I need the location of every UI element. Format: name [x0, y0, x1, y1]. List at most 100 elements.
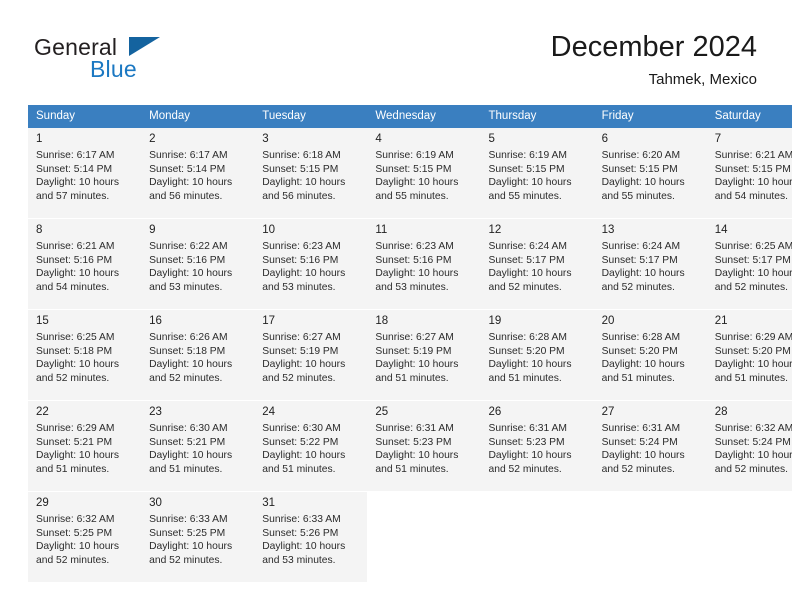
day-number: 27 [601, 406, 615, 418]
calendar-cell: 12 Sunrise: 6:24 AM Sunset: 5:17 PM Dayli… [480, 219, 594, 310]
calendar-cell: 14 Sunrise: 6:25 AM Sunset: 5:17 PM Dayli… [706, 219, 792, 310]
calendar-day[interactable]: 31 Sunrise: 6:33 AM Sunset: 5:26 PM Dayli… [254, 492, 368, 582]
page-title: December 2024 [550, 31, 757, 63]
calendar-week-row: 1 Sunrise: 6:17 AM Sunset: 5:14 PM Daylig… [28, 128, 792, 219]
brand-logo[interactable]: General Blue [34, 34, 234, 86]
day-number: 15 [36, 315, 49, 327]
calendar-day[interactable]: 7 Sunrise: 6:21 AM Sunset: 5:15 PM Daylig… [706, 128, 792, 218]
calendar-day[interactable]: 9 Sunrise: 6:22 AM Sunset: 5:16 PM Daylig… [141, 219, 255, 309]
brand-name-blue: Blue [90, 56, 137, 82]
day-number: 22 [36, 406, 49, 418]
calendar-day[interactable]: 6 Sunrise: 6:20 AM Sunset: 5:15 PM Daylig… [593, 128, 707, 218]
day-sun-details: Sunrise: 6:30 AM Sunset: 5:22 PM Dayligh… [262, 423, 346, 475]
day-sun-details: Sunrise: 6:19 AM Sunset: 5:15 PM Dayligh… [488, 150, 572, 202]
calendar-day[interactable]: 19 Sunrise: 6:28 AM Sunset: 5:20 PM Dayli… [480, 310, 594, 400]
calendar-day[interactable]: 17 Sunrise: 6:27 AM Sunset: 5:19 PM Dayli… [254, 310, 368, 400]
calendar-cell: 15 Sunrise: 6:25 AM Sunset: 5:18 PM Dayli… [28, 310, 142, 401]
calendar-cell: 17 Sunrise: 6:27 AM Sunset: 5:19 PM Dayli… [254, 310, 368, 401]
calendar-cell: 25 Sunrise: 6:31 AM Sunset: 5:23 PM Dayli… [367, 401, 481, 492]
calendar-day[interactable]: 20 Sunrise: 6:28 AM Sunset: 5:20 PM Dayli… [593, 310, 707, 400]
calendar-day[interactable]: 21 Sunrise: 6:29 AM Sunset: 5:20 PM Dayli… [706, 310, 792, 400]
day-sun-details: Sunrise: 6:32 AM Sunset: 5:25 PM Dayligh… [36, 514, 119, 566]
calendar-cell: 8 Sunrise: 6:21 AM Sunset: 5:16 PM Daylig… [28, 219, 142, 310]
day-number: 3 [262, 133, 269, 145]
calendar-day[interactable]: 13 Sunrise: 6:24 AM Sunset: 5:17 PM Dayli… [593, 219, 707, 309]
calendar-cell [593, 492, 707, 583]
day-sun-details: Sunrise: 6:30 AM Sunset: 5:21 PM Dayligh… [149, 423, 233, 475]
calendar-week-row: 15 Sunrise: 6:25 AM Sunset: 5:18 PM Dayli… [28, 310, 792, 401]
calendar-day[interactable]: 29 Sunrise: 6:32 AM Sunset: 5:25 PM Dayli… [28, 492, 142, 582]
calendar-day[interactable]: 11 Sunrise: 6:23 AM Sunset: 5:16 PM Dayli… [367, 219, 481, 309]
calendar-cell: 24 Sunrise: 6:30 AM Sunset: 5:22 PM Dayli… [254, 401, 368, 492]
calendar-table: Sunday Monday Tuesday Wednesday Thursday… [28, 105, 792, 583]
weekday-header-wednesday: Wednesday [367, 105, 481, 128]
calendar-cell: 4 Sunrise: 6:19 AM Sunset: 5:15 PM Daylig… [367, 128, 481, 219]
day-number: 19 [488, 315, 502, 327]
calendar-cell: 23 Sunrise: 6:30 AM Sunset: 5:21 PM Dayli… [141, 401, 255, 492]
calendar-day[interactable]: 14 Sunrise: 6:25 AM Sunset: 5:17 PM Dayli… [706, 219, 792, 309]
calendar-day[interactable]: 30 Sunrise: 6:33 AM Sunset: 5:25 PM Dayli… [141, 492, 255, 582]
day-number: 25 [375, 406, 389, 418]
day-number: 29 [36, 497, 49, 509]
calendar-page: General Blue December 2024 Tahmek, Mexic… [0, 0, 792, 612]
calendar-day[interactable]: 26 Sunrise: 6:31 AM Sunset: 5:23 PM Dayli… [480, 401, 594, 491]
day-sun-details: Sunrise: 6:29 AM Sunset: 5:21 PM Dayligh… [36, 423, 119, 475]
calendar-week-row: 29 Sunrise: 6:32 AM Sunset: 5:25 PM Dayli… [28, 492, 792, 583]
calendar-day[interactable]: 8 Sunrise: 6:21 AM Sunset: 5:16 PM Daylig… [28, 219, 142, 309]
calendar-cell: 1 Sunrise: 6:17 AM Sunset: 5:14 PM Daylig… [28, 128, 142, 219]
calendar-cell: 29 Sunrise: 6:32 AM Sunset: 5:25 PM Dayli… [28, 492, 142, 583]
calendar-cell: 9 Sunrise: 6:22 AM Sunset: 5:16 PM Daylig… [141, 219, 255, 310]
calendar-day[interactable]: 4 Sunrise: 6:19 AM Sunset: 5:15 PM Daylig… [367, 128, 481, 218]
day-number: 14 [714, 224, 728, 236]
day-sun-details: Sunrise: 6:21 AM Sunset: 5:16 PM Dayligh… [36, 241, 119, 293]
day-number: 23 [149, 406, 162, 418]
calendar-day[interactable]: 16 Sunrise: 6:26 AM Sunset: 5:18 PM Dayli… [141, 310, 255, 400]
day-sun-details: Sunrise: 6:32 AM Sunset: 5:24 PM Dayligh… [714, 423, 792, 475]
calendar-week-row: 22 Sunrise: 6:29 AM Sunset: 5:21 PM Dayli… [28, 401, 792, 492]
calendar-day[interactable]: 18 Sunrise: 6:27 AM Sunset: 5:19 PM Dayli… [367, 310, 481, 400]
calendar-day[interactable]: 12 Sunrise: 6:24 AM Sunset: 5:17 PM Dayli… [480, 219, 594, 309]
calendar-day[interactable]: 5 Sunrise: 6:19 AM Sunset: 5:15 PM Daylig… [480, 128, 594, 218]
calendar-day[interactable]: 24 Sunrise: 6:30 AM Sunset: 5:22 PM Dayli… [254, 401, 368, 491]
page-header: General Blue December 2024 Tahmek, Mexic… [0, 0, 792, 100]
calendar-cell: 2 Sunrise: 6:17 AM Sunset: 5:14 PM Daylig… [141, 128, 255, 219]
day-number: 12 [488, 224, 502, 236]
calendar-cell: 27 Sunrise: 6:31 AM Sunset: 5:24 PM Dayli… [593, 401, 707, 492]
calendar-day[interactable]: 3 Sunrise: 6:18 AM Sunset: 5:15 PM Daylig… [254, 128, 368, 218]
calendar-day[interactable]: 15 Sunrise: 6:25 AM Sunset: 5:18 PM Dayli… [28, 310, 142, 400]
calendar-day[interactable]: 2 Sunrise: 6:17 AM Sunset: 5:14 PM Daylig… [141, 128, 255, 218]
weekday-header-saturday: Saturday [706, 105, 792, 128]
calendar-day[interactable]: 27 Sunrise: 6:31 AM Sunset: 5:24 PM Dayli… [593, 401, 707, 491]
calendar-cell: 18 Sunrise: 6:27 AM Sunset: 5:19 PM Dayli… [367, 310, 481, 401]
day-sun-details: Sunrise: 6:17 AM Sunset: 5:14 PM Dayligh… [149, 150, 233, 202]
day-number: 1 [36, 133, 43, 145]
calendar-cell: 28 Sunrise: 6:32 AM Sunset: 5:24 PM Dayli… [706, 401, 792, 492]
calendar-cell: 5 Sunrise: 6:19 AM Sunset: 5:15 PM Daylig… [480, 128, 594, 219]
calendar-day-empty [593, 492, 707, 582]
calendar-cell: 10 Sunrise: 6:23 AM Sunset: 5:16 PM Dayli… [254, 219, 368, 310]
calendar-day[interactable]: 10 Sunrise: 6:23 AM Sunset: 5:16 PM Dayli… [254, 219, 368, 309]
weekday-header-monday: Monday [141, 105, 255, 128]
calendar-cell: 30 Sunrise: 6:33 AM Sunset: 5:25 PM Dayli… [141, 492, 255, 583]
day-sun-details: Sunrise: 6:19 AM Sunset: 5:15 PM Dayligh… [375, 150, 459, 202]
day-number: 8 [36, 224, 43, 236]
day-sun-details: Sunrise: 6:27 AM Sunset: 5:19 PM Dayligh… [262, 332, 346, 384]
calendar-cell: 26 Sunrise: 6:31 AM Sunset: 5:23 PM Dayli… [480, 401, 594, 492]
weekday-header-tuesday: Tuesday [254, 105, 368, 128]
day-sun-details: Sunrise: 6:22 AM Sunset: 5:16 PM Dayligh… [149, 241, 233, 293]
day-sun-details: Sunrise: 6:23 AM Sunset: 5:16 PM Dayligh… [375, 241, 459, 293]
day-sun-details: Sunrise: 6:24 AM Sunset: 5:17 PM Dayligh… [601, 241, 685, 293]
calendar-cell: 19 Sunrise: 6:28 AM Sunset: 5:20 PM Dayli… [480, 310, 594, 401]
day-sun-details: Sunrise: 6:27 AM Sunset: 5:19 PM Dayligh… [375, 332, 459, 384]
calendar-cell: 13 Sunrise: 6:24 AM Sunset: 5:17 PM Dayli… [593, 219, 707, 310]
day-number: 16 [149, 315, 162, 327]
calendar-day[interactable]: 22 Sunrise: 6:29 AM Sunset: 5:21 PM Dayli… [28, 401, 142, 491]
calendar-day[interactable]: 25 Sunrise: 6:31 AM Sunset: 5:23 PM Dayli… [367, 401, 481, 491]
day-sun-details: Sunrise: 6:21 AM Sunset: 5:15 PM Dayligh… [714, 150, 792, 202]
day-sun-details: Sunrise: 6:33 AM Sunset: 5:25 PM Dayligh… [149, 514, 233, 566]
day-number: 2 [149, 133, 156, 145]
calendar-day[interactable]: 28 Sunrise: 6:32 AM Sunset: 5:24 PM Dayli… [706, 401, 792, 491]
calendar-day[interactable]: 1 Sunrise: 6:17 AM Sunset: 5:14 PM Daylig… [28, 128, 142, 218]
calendar-day-empty [480, 492, 594, 582]
calendar-day[interactable]: 23 Sunrise: 6:30 AM Sunset: 5:21 PM Dayli… [141, 401, 255, 491]
